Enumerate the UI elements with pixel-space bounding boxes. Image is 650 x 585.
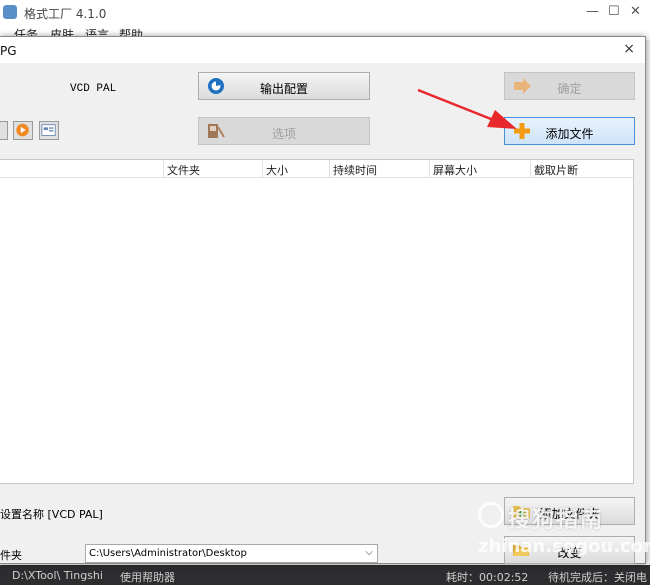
media-info-icon[interactable] bbox=[39, 121, 59, 140]
chevron-down-icon: ⌵ bbox=[365, 547, 373, 558]
output-folder-select[interactable]: C:\Users\Administrator\Desktop ⌵ bbox=[85, 544, 378, 563]
change-folder-button[interactable]: 改变 bbox=[504, 536, 635, 564]
minimize-button[interactable]: — bbox=[586, 4, 599, 19]
dialog-titlebar: PG × bbox=[0, 37, 645, 63]
play-icon-glyph bbox=[16, 123, 29, 137]
output-config-label: 输出配置 bbox=[259, 82, 308, 96]
taskbar-item-help[interactable]: 使用帮助器 bbox=[120, 569, 175, 585]
close-window-button[interactable]: ✕ bbox=[630, 4, 641, 19]
column-size[interactable]: 大小 bbox=[262, 160, 329, 178]
profile-label: VCD PAL bbox=[70, 83, 117, 95]
column-clip[interactable]: 截取片断 bbox=[530, 160, 633, 178]
options-label: 选项 bbox=[271, 127, 296, 141]
tool-icon-partial[interactable] bbox=[0, 121, 8, 140]
media-info-icon-glyph bbox=[41, 124, 56, 136]
output-config-button[interactable]: 输出配置 bbox=[198, 72, 370, 100]
file-list[interactable]: 文件夹 大小 持续时间 屏幕大小 截取片断 bbox=[0, 159, 634, 484]
main-titlebar: 格式工厂 4.1.0 — ☐ ✕ bbox=[0, 0, 650, 24]
taskbar-elapsed: 耗时：00:02:52 bbox=[446, 571, 529, 584]
taskbar-item-path[interactable]: D:\XTool\ Tingshi bbox=[12, 569, 103, 582]
play-icon[interactable] bbox=[13, 121, 33, 140]
ok-button[interactable]: 确定 bbox=[504, 72, 635, 100]
column-duration[interactable]: 持续时间 bbox=[329, 160, 429, 178]
column-screen-size[interactable]: 屏幕大小 bbox=[429, 160, 530, 178]
app-logo-icon bbox=[3, 5, 17, 19]
main-window-title: 格式工厂 4.1.0 bbox=[24, 7, 107, 21]
dialog-title: PG bbox=[0, 44, 17, 58]
convert-dialog: PG × VCD PAL 输出配置 确定 选项 添加文件 文件夹 大小 持续时间… bbox=[0, 36, 646, 564]
add-file-button[interactable]: 添加文件 bbox=[504, 117, 635, 145]
taskbar-after-done: 待机完成后：关闭电脑 bbox=[548, 571, 647, 584]
dialog-close-button[interactable]: × bbox=[623, 41, 635, 57]
add-folder-label: 添加文件夹 bbox=[539, 507, 600, 521]
options-button[interactable]: 选项 bbox=[198, 117, 370, 145]
output-folder-path: C:\Users\Administrator\Desktop bbox=[89, 548, 247, 559]
add-file-label: 添加文件 bbox=[545, 127, 594, 141]
output-setting-text: 设置名称 [VCD PAL] bbox=[0, 508, 103, 521]
taskbar: D:\XTool\ Tingshi 使用帮助器 耗时：00:02:52 待机完成… bbox=[0, 565, 650, 585]
add-folder-button[interactable]: 添加文件夹 bbox=[504, 497, 635, 525]
file-list-header: 文件夹 大小 持续时间 屏幕大小 截取片断 bbox=[0, 160, 633, 178]
column-folder[interactable]: 文件夹 bbox=[163, 160, 262, 178]
change-label: 改变 bbox=[557, 546, 582, 560]
ok-label: 确定 bbox=[557, 82, 582, 96]
output-folder-label: 件夹 bbox=[0, 549, 22, 562]
maximize-button[interactable]: ☐ bbox=[608, 4, 620, 19]
